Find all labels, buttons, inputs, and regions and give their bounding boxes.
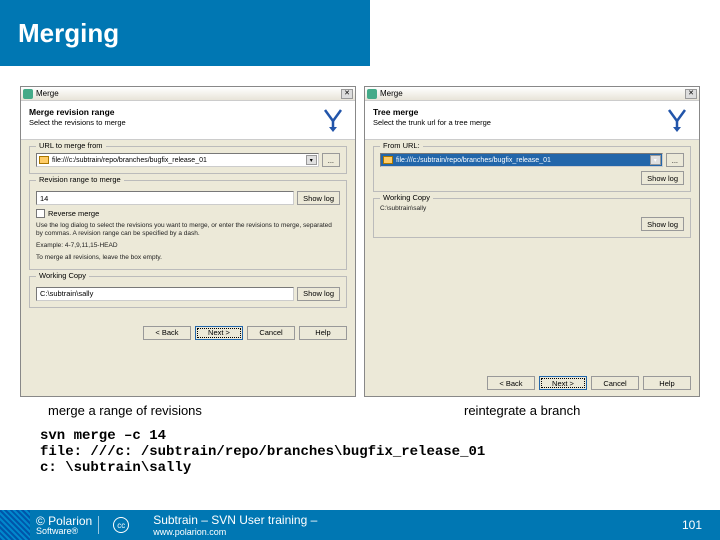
help-empty: To merge all revisions, leave the box em… (36, 254, 340, 262)
merge-icon (319, 107, 347, 133)
slide-footer: © Polarion Software® cc Subtrain – SVN U… (0, 510, 720, 540)
showlog-button[interactable]: Show log (297, 287, 340, 301)
group-label: Working Copy (380, 193, 433, 202)
wc-group: Working Copy C:\subtrain\sally Show log (29, 276, 347, 308)
back-button[interactable]: < Back (487, 376, 535, 390)
app-icon (23, 89, 33, 99)
url-value: file:///c:/subtrain/repo/branches/bugfix… (52, 157, 207, 164)
footer-title: Subtrain – SVN User training – (153, 513, 682, 527)
url-combo[interactable]: file:///c:/subtrain/repo/branches/bugfix… (36, 153, 319, 167)
close-icon[interactable]: ✕ (341, 89, 353, 99)
slide-header: Merging (0, 0, 370, 66)
help-example: Example: 4-7,9,11,15-HEAD (36, 242, 340, 250)
slide-title: Merging (18, 18, 119, 49)
titlebar: Merge ✕ (21, 87, 355, 101)
revision-input[interactable]: 14 (36, 191, 294, 205)
cmd-line: c: \subtrain\sally (40, 460, 680, 476)
url-group: From URL: file:///c:/subtrain/repo/branc… (373, 146, 691, 192)
footer-url: www.polarion.com (153, 527, 682, 537)
browse-button[interactable]: ... (322, 153, 340, 167)
caption-title: Tree merge (373, 107, 659, 117)
checkbox-icon (36, 209, 45, 218)
folder-icon (39, 156, 49, 164)
wc-input[interactable]: C:\subtrain\sally (36, 287, 294, 301)
cc-icon: cc (113, 517, 129, 533)
button-bar: < Back Next > Cancel Help (365, 372, 699, 396)
help-button[interactable]: Help (299, 326, 347, 340)
reverse-merge-checkbox[interactable]: Reverse merge (36, 209, 340, 218)
group-label: From URL: (380, 141, 423, 150)
app-icon (367, 89, 377, 99)
folder-icon (383, 156, 393, 164)
url-group: URL to merge from file:///c:/subtrain/re… (29, 146, 347, 174)
window-title: Merge (36, 89, 59, 98)
wc-group: Working Copy C:\subtrain\sally Show log (373, 198, 691, 238)
divider (98, 516, 99, 534)
dialog-caption: Tree merge Select the trunk url for a tr… (365, 101, 699, 140)
cmd-line: file: ///c: /subtrain/repo/branches\bugf… (40, 444, 680, 460)
cancel-button[interactable]: Cancel (591, 376, 639, 390)
group-label: Working Copy (36, 271, 89, 280)
caption-left: merge a range of revisions (20, 403, 364, 418)
revision-group: Revision range to merge 14 Show log Reve… (29, 180, 347, 270)
window-title: Merge (380, 89, 403, 98)
caption-right: reintegrate a branch (364, 403, 700, 418)
url-combo[interactable]: file:///c:/subtrain/repo/branches/bugfix… (380, 153, 663, 167)
merge-range-dialog: Merge ✕ Merge revision range Select the … (20, 86, 356, 397)
close-icon[interactable]: ✕ (685, 89, 697, 99)
page-number: 101 (682, 518, 720, 532)
caption-title: Merge revision range (29, 107, 315, 117)
url-value: file:///c:/subtrain/repo/branches/bugfix… (396, 157, 551, 164)
dialog-caption: Merge revision range Select the revision… (21, 101, 355, 140)
button-bar: < Back Next > Cancel Help (21, 322, 355, 346)
titlebar: Merge ✕ (365, 87, 699, 101)
cmd-line: svn merge –c 14 (40, 428, 680, 444)
group-label: Revision range to merge (36, 175, 124, 184)
showlog-button[interactable]: Show log (641, 217, 684, 231)
chevron-down-icon[interactable]: ▾ (306, 155, 317, 165)
reintegrate-dialog: Merge ✕ Tree merge Select the trunk url … (364, 86, 700, 397)
cancel-button[interactable]: Cancel (247, 326, 295, 340)
command-block: svn merge –c 14 file: ///c: /subtrain/re… (0, 424, 720, 476)
back-button[interactable]: < Back (143, 326, 191, 340)
wc-value: C:\subtrain\sally (380, 205, 684, 213)
screenshot-captions: merge a range of revisions reintegrate a… (0, 401, 720, 424)
showlog-button[interactable]: Show log (297, 191, 340, 205)
next-button[interactable]: Next > (195, 326, 243, 340)
next-button[interactable]: Next > (539, 376, 587, 390)
checkbox-label: Reverse merge (48, 209, 99, 218)
copyright-sub: Software® (36, 527, 92, 536)
group-label: URL to merge from (36, 141, 106, 150)
help-text: Use the log dialog to select the revisio… (36, 222, 340, 238)
merge-icon (663, 107, 691, 133)
caption-sub: Select the trunk url for a tree merge (373, 118, 659, 127)
showlog-button[interactable]: Show log (641, 171, 684, 185)
browse-button[interactable]: ... (666, 153, 684, 167)
screenshot-row: Merge ✕ Merge revision range Select the … (0, 66, 720, 401)
polarion-logo (0, 510, 30, 540)
copyright: © Polarion (36, 515, 92, 527)
chevron-down-icon[interactable]: ▾ (650, 155, 661, 165)
help-button[interactable]: Help (643, 376, 691, 390)
caption-sub: Select the revisions to merge (29, 118, 315, 127)
